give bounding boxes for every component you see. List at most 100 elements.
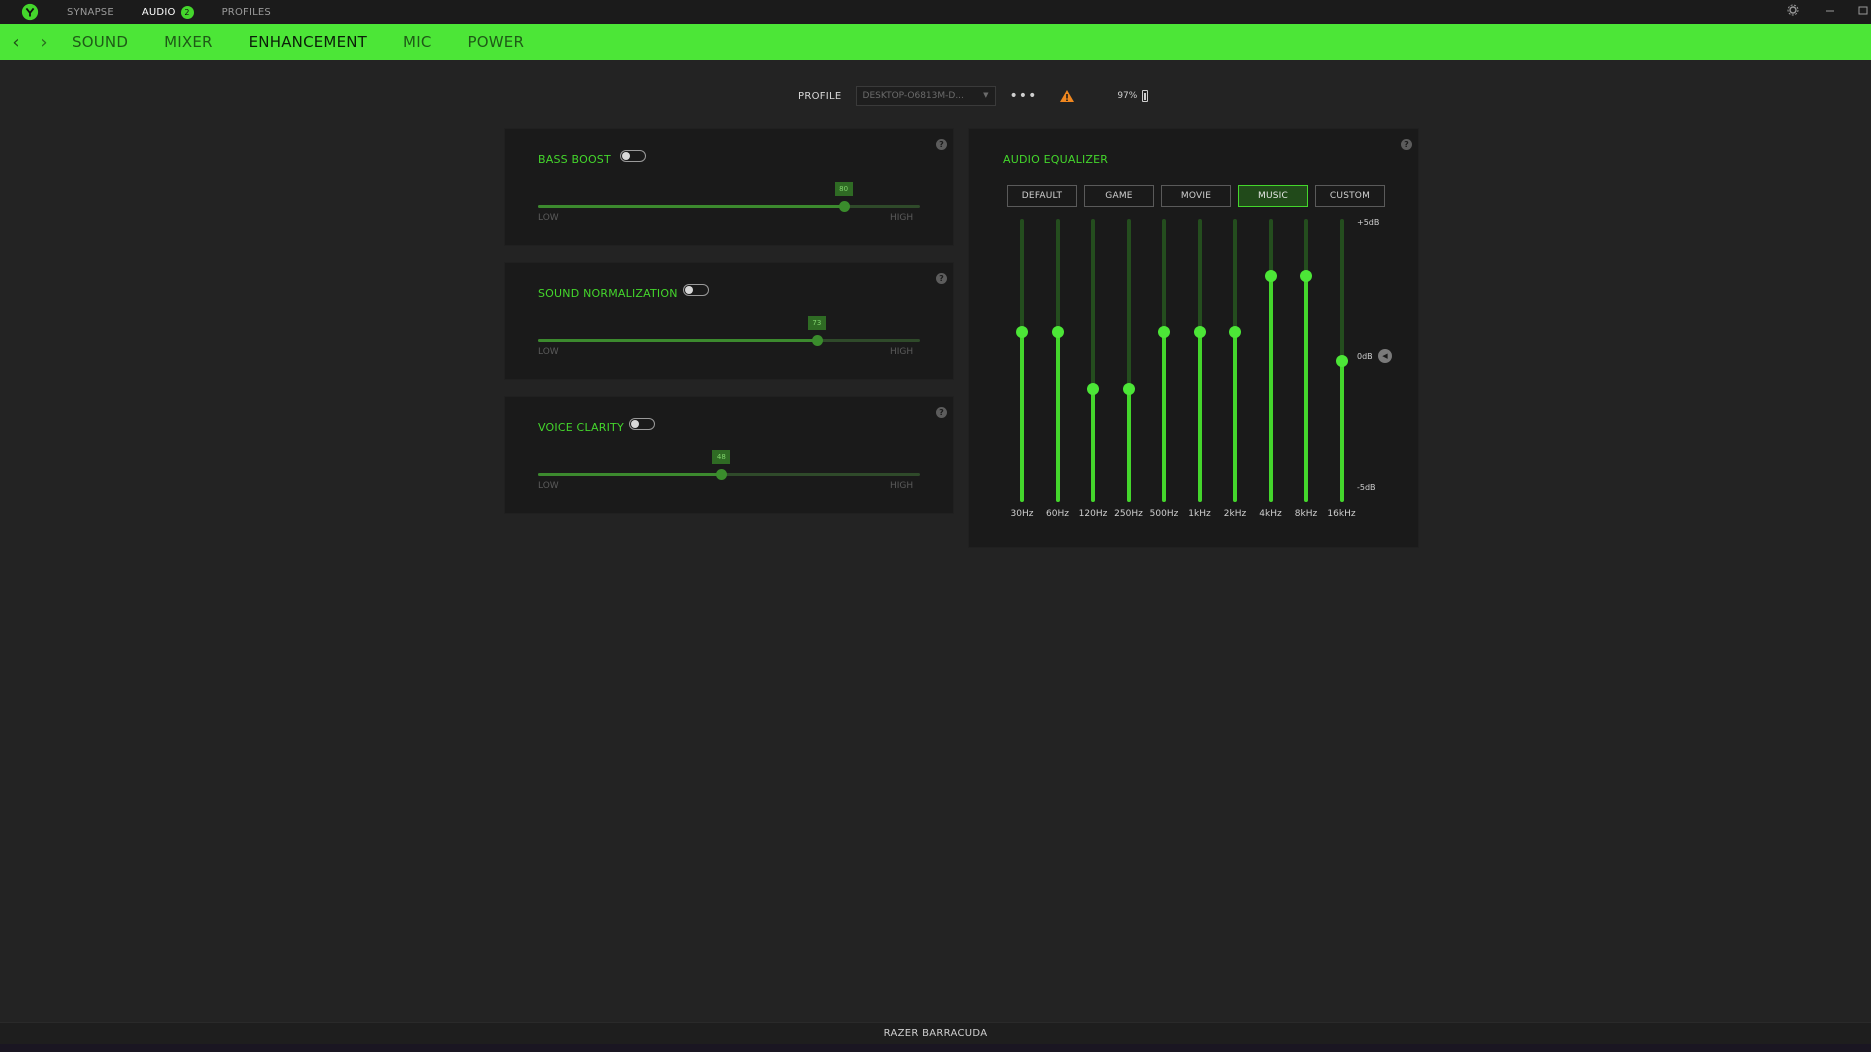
eq-frequency-label: 8kHz [1294, 509, 1318, 519]
preset-default-button[interactable]: DEFAULT [1007, 185, 1077, 207]
sound-normalization-slider[interactable]: 73 [538, 316, 920, 346]
eq-fill [1233, 332, 1237, 502]
eq-band-slider[interactable] [1087, 219, 1099, 502]
help-icon[interactable]: ? [1401, 139, 1412, 150]
sound-normalization-panel: SOUND NORMALIZATION ? 73 LOW HIGH [504, 262, 954, 380]
slider-low-label: LOW [538, 213, 559, 223]
eq-frequency-label: 120Hz [1078, 509, 1108, 519]
maximize-icon[interactable] [1857, 4, 1869, 16]
eq-band-slider[interactable] [1158, 219, 1170, 502]
eq-fill [1055, 332, 1060, 502]
help-icon[interactable]: ? [936, 273, 947, 284]
chevron-right-icon[interactable]: › [30, 32, 58, 53]
slider-value: 48 [712, 450, 731, 464]
eq-thumb[interactable] [1335, 354, 1348, 367]
tab-enhancement[interactable]: ENHANCEMENT [249, 33, 367, 51]
eq-track [1055, 219, 1060, 502]
eq-band-slider[interactable] [1229, 219, 1241, 502]
notification-badge: 2 [180, 5, 194, 19]
bass-boost-title: BASS BOOST [538, 153, 611, 166]
taskbar-strip [0, 1044, 1871, 1052]
eq-track [1197, 219, 1202, 502]
eq-frequency-label: 60Hz [1046, 509, 1069, 519]
battery-status: 97% [1117, 90, 1149, 102]
eq-track [1268, 219, 1273, 502]
slider-high-label: HIGH [890, 481, 914, 491]
eq-band-slider[interactable] [1335, 219, 1348, 502]
help-icon[interactable]: ? [936, 407, 947, 418]
eq-track [1020, 219, 1024, 502]
eq-thumb[interactable] [1016, 326, 1028, 339]
eq-thumb[interactable] [1193, 326, 1206, 339]
eq-thumb[interactable] [1264, 269, 1277, 282]
eq-band-slider[interactable] [1016, 219, 1028, 502]
eq-fill [1268, 275, 1273, 502]
tab-mic[interactable]: MIC [403, 33, 431, 51]
tab-power[interactable]: POWER [468, 33, 525, 51]
slider-thumb[interactable] [811, 335, 823, 346]
slider-thumb[interactable] [838, 201, 850, 212]
minimize-icon[interactable] [1824, 4, 1836, 16]
toggle-knob [631, 420, 639, 428]
voice-clarity-toggle[interactable] [629, 418, 655, 430]
profile-selected-value: DESKTOP-O6813M-D... [862, 91, 964, 101]
eq-thumb[interactable] [1087, 382, 1099, 395]
eq-thumb[interactable] [1158, 326, 1170, 339]
title-bar: SYNAPSE AUDIO 2 PROFILES [0, 0, 1871, 24]
eq-thumb[interactable] [1051, 326, 1064, 339]
eq-fill [1091, 388, 1095, 502]
bass-boost-slider[interactable]: 80 [538, 182, 920, 212]
tab-profiles[interactable]: PROFILES [222, 7, 271, 18]
eq-thumb[interactable] [1122, 382, 1135, 395]
eq-frequency-label: 4kHz [1259, 509, 1282, 519]
eq-fill [1126, 388, 1131, 502]
razer-logo-icon[interactable] [21, 3, 39, 21]
chevron-left-icon[interactable]: ‹ [2, 32, 30, 53]
battery-icon [1142, 90, 1149, 102]
eq-fill [1197, 332, 1202, 502]
slider-fill [538, 205, 844, 208]
gear-icon[interactable] [1787, 4, 1799, 16]
preset-game-button[interactable]: GAME [1084, 185, 1154, 207]
sound-normalization-toggle[interactable] [683, 284, 709, 296]
voice-clarity-slider[interactable]: 48 [538, 450, 920, 480]
eq-band-slider[interactable] [1300, 219, 1312, 502]
tab-audio[interactable]: AUDIO 2 [141, 5, 194, 19]
bass-boost-toggle[interactable] [620, 150, 646, 162]
slider-thumb[interactable] [716, 469, 728, 480]
slider-value: 80 [834, 182, 853, 196]
eq-band-slider[interactable] [1193, 219, 1206, 502]
eq-frequency-label: 500Hz [1149, 509, 1179, 519]
reset-icon[interactable]: ◀ [1378, 349, 1392, 363]
eq-fill [1339, 360, 1344, 502]
profile-dropdown[interactable]: DESKTOP-O6813M-D... ▼ [855, 86, 996, 106]
eq-track [1091, 219, 1095, 502]
preset-movie-button[interactable]: MOVIE [1161, 185, 1231, 207]
tab-audio-label: AUDIO [141, 6, 176, 18]
eq-band-slider[interactable] [1051, 219, 1064, 502]
eq-band-slider[interactable] [1122, 219, 1135, 502]
eq-frequency-label: 1kHz [1188, 509, 1211, 519]
eq-track [1233, 219, 1237, 502]
more-options-button[interactable]: ••• [1010, 88, 1038, 104]
voice-clarity-title: VOICE CLARITY [538, 421, 624, 434]
eq-thumb[interactable] [1229, 326, 1241, 339]
warning-icon[interactable] [1059, 89, 1075, 103]
tab-mixer[interactable]: MIXER [164, 33, 213, 51]
razer-synapse-window: SYNAPSE AUDIO 2 PROFILES ‹ › SOUND MIXER… [0, 0, 1871, 1052]
sound-normalization-title: SOUND NORMALIZATION [538, 287, 678, 300]
help-icon[interactable]: ? [936, 139, 947, 150]
eq-frequency-label: 250Hz [1114, 509, 1143, 519]
device-name: RAZER BARRACUDA [883, 1028, 988, 1039]
preset-music-button[interactable]: MUSIC [1238, 185, 1308, 207]
profile-label: PROFILE [798, 90, 842, 102]
tab-synapse[interactable]: SYNAPSE [67, 7, 114, 18]
eq-band-slider[interactable] [1264, 219, 1277, 502]
tab-sound[interactable]: SOUND [72, 33, 128, 51]
preset-custom-button[interactable]: CUSTOM [1315, 185, 1385, 207]
eq-track [1126, 219, 1131, 502]
eq-thumb[interactable] [1300, 269, 1312, 282]
audio-equalizer-panel: AUDIO EQUALIZER ? DEFAULT GAME MOVIE MUS… [968, 128, 1419, 548]
slider-high-label: HIGH [890, 213, 914, 223]
section-nav: ‹ › SOUND MIXER ENHANCEMENT MIC POWER [0, 24, 1871, 60]
